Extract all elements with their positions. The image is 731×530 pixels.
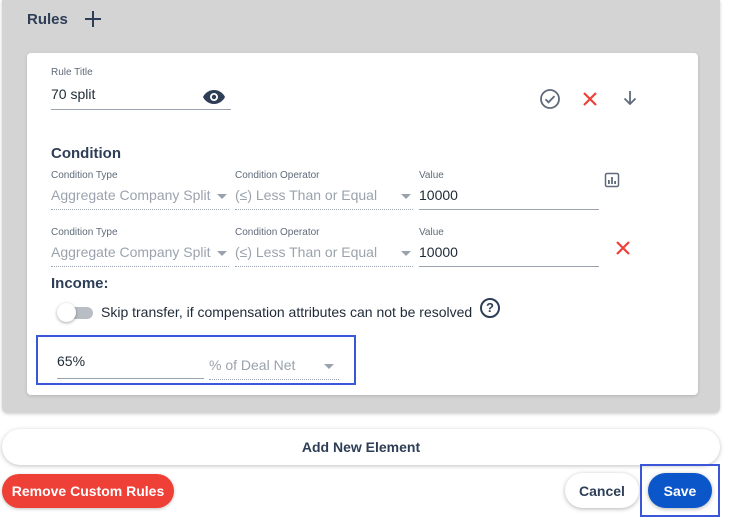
toggle-knob — [57, 303, 76, 322]
rule-title-label: Rule Title — [51, 67, 93, 78]
condition-operator-underline — [235, 266, 413, 267]
condition-type-select[interactable]: Aggregate Company Split — [51, 187, 211, 203]
chevron-down-icon — [217, 251, 227, 256]
eye-icon[interactable] — [202, 89, 226, 110]
plus-icon[interactable] — [84, 10, 102, 28]
arrow-down-icon[interactable] — [621, 89, 639, 112]
condition-type-select[interactable]: Aggregate Company Split — [51, 244, 211, 260]
condition-operator-label: Condition Operator — [235, 170, 320, 181]
condition-value-label: Value — [419, 170, 444, 181]
add-new-element-button[interactable]: Add New Element — [2, 429, 720, 465]
skip-transfer-toggle[interactable] — [57, 303, 93, 322]
condition-operator-label: Condition Operator — [235, 227, 320, 238]
condition-operator-select[interactable]: (≤) Less Than or Equal — [235, 187, 377, 203]
condition-type-label: Condition Type — [51, 170, 118, 181]
chevron-down-icon — [401, 251, 411, 256]
chevron-down-icon — [217, 194, 227, 199]
condition-operator-underline — [235, 209, 413, 210]
condition-type-underline — [51, 209, 229, 210]
income-heading: Income: — [51, 275, 109, 292]
rule-title-underline — [51, 109, 231, 110]
condition-operator-select[interactable]: (≤) Less Than or Equal — [235, 244, 377, 260]
help-icon[interactable]: ? — [480, 298, 500, 318]
rule-title-input[interactable]: 70 split — [51, 86, 95, 102]
remove-custom-rules-button[interactable]: Remove Custom Rules — [2, 474, 174, 508]
chevron-down-icon — [401, 194, 411, 199]
income-highlight — [36, 335, 356, 385]
close-icon[interactable] — [581, 90, 599, 113]
rules-title: Rules — [27, 10, 68, 28]
condition-heading: Condition — [51, 145, 121, 162]
condition-value-input[interactable]: 10000 — [419, 187, 458, 203]
condition-type-label: Condition Type — [51, 227, 118, 238]
condition-value-underline — [419, 209, 599, 210]
condition-value-label: Value — [419, 227, 444, 238]
condition-type-underline — [51, 266, 229, 267]
rules-panel: Rules Rule Title 70 split Condition Cond… — [2, 0, 720, 413]
check-circle-icon[interactable] — [539, 88, 561, 115]
save-highlight — [640, 464, 720, 517]
skip-transfer-label: Skip transfer, if compensation attribute… — [101, 304, 473, 320]
rules-header: Rules — [27, 10, 102, 28]
condition-value-input[interactable]: 10000 — [419, 244, 458, 260]
cancel-button[interactable]: Cancel — [565, 473, 639, 508]
close-icon[interactable] — [614, 239, 632, 262]
condition-value-underline — [419, 266, 599, 267]
bar-chart-icon[interactable] — [604, 172, 620, 193]
